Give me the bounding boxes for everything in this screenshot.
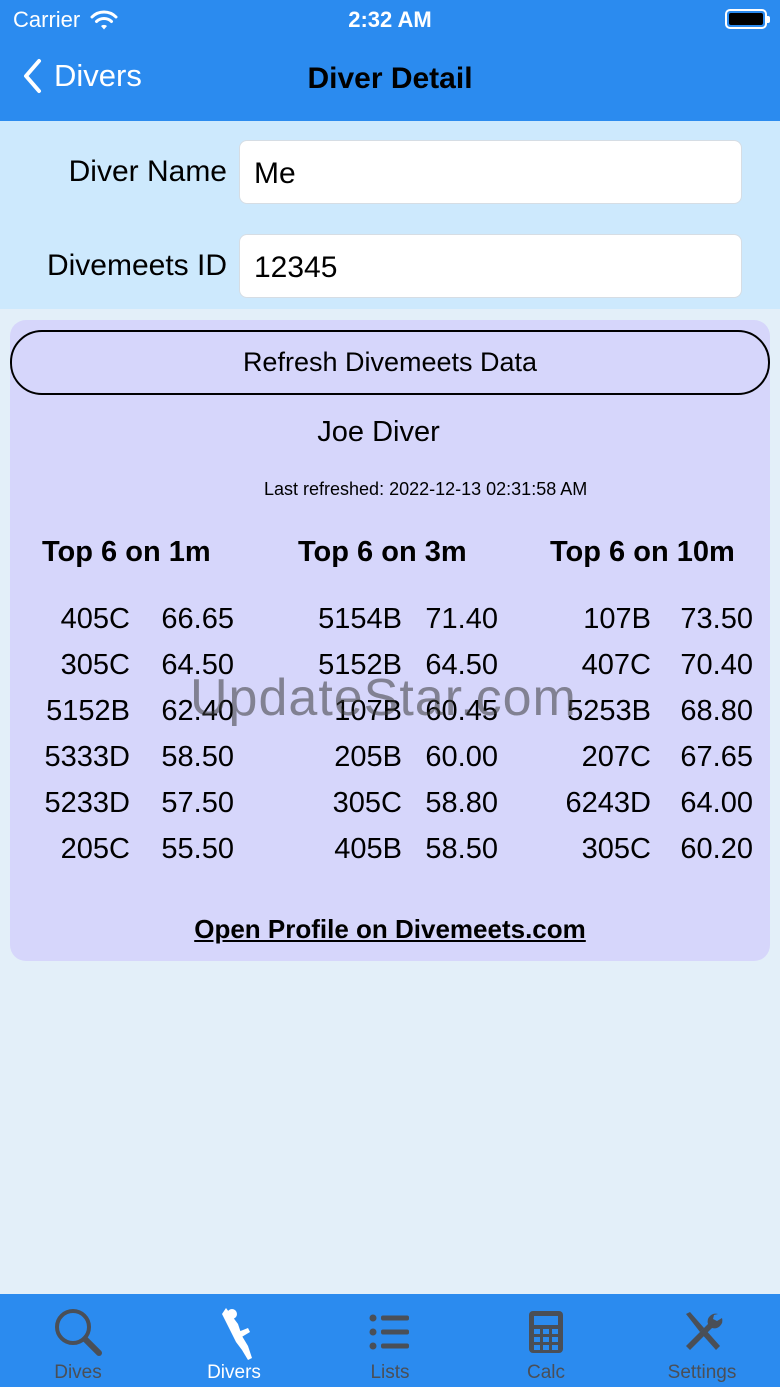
search-icon bbox=[55, 1309, 102, 1356]
tab-bar: Dives Divers Lists Calc Settings bbox=[0, 1294, 780, 1387]
column-title-1m: Top 6 on 1m bbox=[42, 536, 211, 568]
divemeets-card: Refresh Divemeets Data Joe Diver Last re… bbox=[10, 320, 770, 961]
column-3m: Top 6 on 3m bbox=[298, 536, 467, 569]
tab-dives[interactable]: Dives bbox=[0, 1294, 156, 1387]
dive-code: 205C bbox=[60, 833, 130, 865]
divemeets-id-label: Divemeets ID bbox=[46, 249, 227, 282]
dive-code: 207C bbox=[581, 741, 651, 773]
list-item: 305C 64.50 bbox=[10, 649, 234, 695]
dive-score: 68.80 bbox=[680, 695, 753, 727]
diver-name-input[interactable]: Me bbox=[239, 140, 742, 204]
list-item: 305C 58.80 bbox=[250, 787, 498, 833]
diver-name-row: Diver Name Me bbox=[0, 140, 780, 204]
dive-score: 58.50 bbox=[425, 833, 498, 865]
dive-code: 5152B bbox=[46, 695, 130, 727]
dive-code: 5152B bbox=[318, 649, 402, 681]
dive-code: 405C bbox=[60, 603, 130, 635]
dive-code: 107B bbox=[583, 603, 651, 635]
column-1m: Top 6 on 1m bbox=[42, 536, 211, 569]
tab-lists[interactable]: Lists bbox=[312, 1294, 468, 1387]
diver-icon bbox=[222, 1308, 252, 1360]
tab-label: Lists bbox=[370, 1362, 410, 1383]
top-bar: Carrier 2:32 AM Divers Diver Detail bbox=[0, 0, 780, 121]
dive-score: 71.40 bbox=[425, 603, 498, 635]
open-profile-link[interactable]: Open Profile on Divemeets.com bbox=[10, 914, 770, 945]
dive-score: 62.40 bbox=[161, 695, 234, 727]
dive-code: 305C bbox=[60, 649, 130, 681]
tab-label: Dives bbox=[54, 1362, 102, 1383]
dive-score: 66.65 bbox=[161, 603, 234, 635]
divemeets-id-row: Divemeets ID 12345 bbox=[0, 234, 780, 298]
column-title-3m: Top 6 on 3m bbox=[298, 536, 467, 568]
dive-score: 60.20 bbox=[680, 833, 753, 865]
divemeets-id-input[interactable]: 12345 bbox=[239, 234, 742, 298]
list-item: 5154B 71.40 bbox=[250, 603, 498, 649]
tab-label: Calc bbox=[526, 1362, 565, 1383]
list-icon bbox=[369, 1314, 409, 1350]
list-item: 6243D 64.00 bbox=[510, 787, 753, 833]
list-item: 5233D 57.50 bbox=[10, 787, 234, 833]
diver-name-label: Diver Name bbox=[68, 155, 227, 188]
navigation-bar: Divers Diver Detail bbox=[0, 40, 780, 121]
list-item: 407C 70.40 bbox=[510, 649, 753, 695]
list-item: 205C 55.50 bbox=[10, 833, 234, 879]
dive-score: 67.65 bbox=[680, 741, 753, 773]
dive-score: 58.50 bbox=[161, 741, 234, 773]
list-item: 305C 60.20 bbox=[510, 833, 753, 879]
column-10m: Top 6 on 10m bbox=[550, 536, 735, 569]
dive-score: 55.50 bbox=[161, 833, 234, 865]
battery-icon bbox=[725, 9, 770, 29]
status-bar: Carrier 2:32 AM bbox=[0, 0, 780, 40]
list-item: 5333D 58.50 bbox=[10, 741, 234, 787]
list-item: 207C 67.65 bbox=[510, 741, 753, 787]
dive-code: 5333D bbox=[44, 741, 130, 773]
tab-label: Divers bbox=[207, 1362, 261, 1383]
dive-code: 5233D bbox=[44, 787, 130, 819]
list-item: 5152B 64.50 bbox=[250, 649, 498, 695]
tools-icon bbox=[686, 1312, 723, 1350]
calculator-icon bbox=[529, 1311, 563, 1353]
list-item: 107B 60.45 bbox=[250, 695, 498, 741]
dive-score: 60.45 bbox=[425, 695, 498, 727]
list-item: 405B 58.50 bbox=[250, 833, 498, 879]
list-item: 107B 73.50 bbox=[510, 603, 753, 649]
list-item: 205B 60.00 bbox=[250, 741, 498, 787]
dive-score: 73.50 bbox=[680, 603, 753, 635]
dive-score: 64.50 bbox=[425, 649, 498, 681]
dive-code: 5253B bbox=[567, 695, 651, 727]
dive-code: 6243D bbox=[565, 787, 651, 819]
dive-code: 305C bbox=[581, 833, 651, 865]
tab-settings[interactable]: Settings bbox=[624, 1294, 780, 1387]
tab-divers[interactable]: Divers bbox=[156, 1294, 312, 1387]
dive-score: 70.40 bbox=[680, 649, 753, 681]
dive-code: 405B bbox=[334, 833, 402, 865]
dive-code: 305C bbox=[332, 787, 402, 819]
column-title-10m: Top 6 on 10m bbox=[550, 536, 735, 568]
dive-code: 5154B bbox=[318, 603, 402, 635]
list-item: 405C 66.65 bbox=[10, 603, 234, 649]
diver-full-name: Joe Diver bbox=[317, 416, 440, 448]
refresh-divemeets-button[interactable]: Refresh Divemeets Data bbox=[10, 330, 770, 395]
dive-score: 60.00 bbox=[425, 741, 498, 773]
page-title: Diver Detail bbox=[307, 62, 473, 95]
last-refreshed: Last refreshed: 2022-12-13 02:31:58 AM bbox=[264, 479, 588, 499]
dive-code: 205B bbox=[334, 741, 402, 773]
dive-code: 407C bbox=[581, 649, 651, 681]
dive-score: 57.50 bbox=[161, 787, 234, 819]
status-time: 2:32 AM bbox=[348, 7, 432, 32]
list-item: 5253B 68.80 bbox=[510, 695, 753, 741]
dive-score: 58.80 bbox=[425, 787, 498, 819]
dive-score: 64.50 bbox=[161, 649, 234, 681]
dive-code: 107B bbox=[334, 695, 402, 727]
diver-form: Diver Name Me Divemeets ID 12345 bbox=[0, 121, 780, 309]
list-item: 5152B 62.40 bbox=[10, 695, 234, 741]
dive-score: 64.00 bbox=[680, 787, 753, 819]
tab-calc[interactable]: Calc bbox=[468, 1294, 624, 1387]
tab-label: Settings bbox=[667, 1362, 737, 1383]
